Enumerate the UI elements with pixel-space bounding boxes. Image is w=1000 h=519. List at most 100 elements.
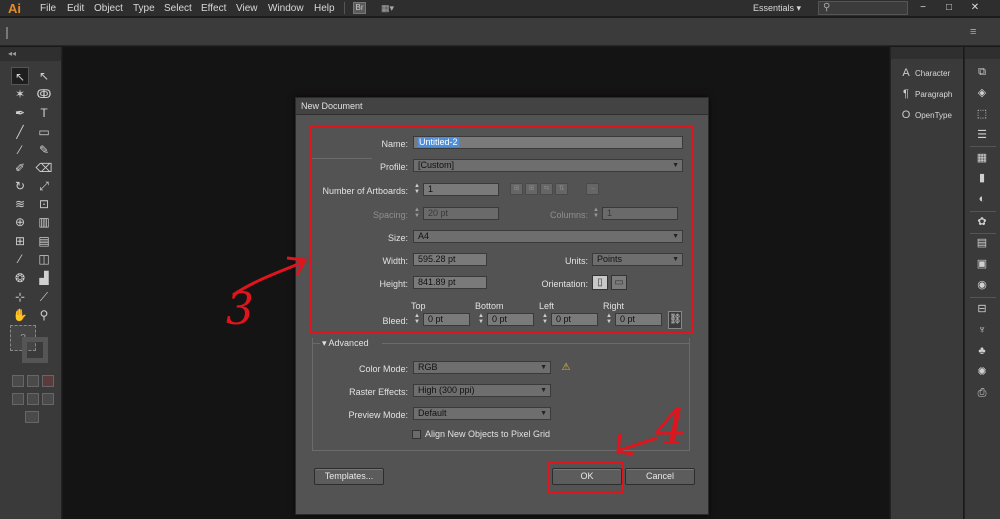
dock-divider bbox=[970, 297, 996, 298]
menu-edit[interactable]: Edit bbox=[67, 3, 84, 14]
layers-panel-icon[interactable]: ◈ bbox=[974, 86, 990, 100]
symbols-panel-icon[interactable]: ♣ bbox=[974, 344, 990, 358]
menu-help[interactable]: Help bbox=[314, 3, 335, 14]
gradient-tool-icon[interactable]: ▤ bbox=[35, 232, 53, 250]
raster-effects-dropdown[interactable]: High (300 ppi) ▼ bbox=[413, 384, 551, 397]
dock-header-2[interactable] bbox=[965, 47, 1000, 59]
menu-type[interactable]: Type bbox=[133, 3, 155, 14]
menu-divider bbox=[344, 2, 345, 14]
zoom-tool-icon[interactable]: ⚲ bbox=[35, 306, 53, 324]
annotation-step-3: 3 bbox=[226, 284, 254, 335]
none-mode-icon[interactable] bbox=[42, 375, 54, 387]
shape-builder-tool-icon[interactable]: ⊕ bbox=[11, 213, 29, 231]
cancel-button[interactable]: Cancel bbox=[625, 468, 695, 485]
opentype-panel-tab[interactable]: O OpenType bbox=[899, 109, 952, 121]
draw-behind-icon[interactable] bbox=[27, 393, 39, 405]
align-panel-icon[interactable]: ⊟ bbox=[974, 302, 990, 316]
color-mode-icon[interactable] bbox=[12, 375, 24, 387]
blob-brush-tool-icon[interactable]: ✐ bbox=[11, 159, 29, 177]
magic-wand-tool-icon[interactable]: ✶ bbox=[11, 85, 29, 103]
search-input[interactable]: ⚲ bbox=[818, 1, 908, 15]
annotation-box-ok bbox=[547, 461, 624, 493]
rectangle-tool-icon[interactable]: ▭ bbox=[35, 123, 53, 141]
direct-selection-tool-icon[interactable]: ↖ bbox=[35, 67, 53, 85]
dock-divider bbox=[970, 146, 996, 147]
pencil-tool-icon[interactable]: ✎ bbox=[35, 141, 53, 159]
align-pixel-grid-checkbox[interactable] bbox=[412, 430, 421, 439]
color-mode-dropdown[interactable]: RGB ▼ bbox=[413, 361, 551, 374]
stroke-panel-icon[interactable]: ▦ bbox=[974, 151, 990, 165]
mesh-tool-icon[interactable]: ⊞ bbox=[11, 232, 29, 250]
links-panel-icon[interactable]: ☰ bbox=[974, 128, 990, 142]
eraser-tool-icon[interactable]: ⌫ bbox=[35, 159, 53, 177]
menu-select[interactable]: Select bbox=[164, 3, 192, 14]
control-bar: ≡ bbox=[0, 18, 1000, 46]
control-bar-grip[interactable] bbox=[6, 27, 8, 39]
perspective-grid-tool-icon[interactable]: ▥ bbox=[35, 213, 53, 231]
fill-stroke-swatches[interactable]: ? bbox=[10, 325, 50, 365]
screen-mode-icon[interactable] bbox=[25, 411, 39, 423]
dialog-title: New Document bbox=[301, 101, 363, 111]
minimize-button[interactable]: − bbox=[912, 1, 934, 15]
maximize-button[interactable]: □ bbox=[938, 1, 960, 15]
draw-normal-icon[interactable] bbox=[12, 393, 24, 405]
gradient-mode-icon[interactable] bbox=[27, 375, 39, 387]
hand-tool-icon[interactable]: ✋ bbox=[11, 306, 29, 324]
dialog-titlebar[interactable]: New Document bbox=[296, 98, 708, 115]
type-tool-icon[interactable]: T bbox=[35, 104, 53, 122]
line-tool-icon[interactable]: ╱ bbox=[11, 123, 29, 141]
rotate-tool-icon[interactable]: ↻ bbox=[11, 177, 29, 195]
color-mode-label: Color Mode: bbox=[358, 364, 408, 374]
artboards-panel-icon[interactable]: ⬚ bbox=[974, 107, 990, 121]
lasso-tool-icon[interactable]: ↂ bbox=[35, 85, 53, 103]
graph-tool-icon[interactable]: ▟ bbox=[35, 269, 53, 287]
artboard-tool-icon[interactable]: ⊹ bbox=[11, 288, 29, 306]
arrow-line bbox=[619, 436, 658, 452]
graphic-styles-panel-icon[interactable]: ◉ bbox=[974, 278, 990, 292]
workspace-switcher[interactable]: Essentials ▾ bbox=[753, 3, 801, 14]
transparency-panel-icon[interactable]: ◐ bbox=[974, 192, 990, 206]
annotation-step-4: 4 bbox=[655, 398, 687, 456]
character-icon: A bbox=[902, 67, 910, 79]
warp-tool-icon[interactable]: ≋ bbox=[11, 195, 29, 213]
blend-tool-icon[interactable]: ◫ bbox=[35, 250, 53, 268]
templates-button[interactable]: Templates... bbox=[314, 468, 384, 485]
warning-icon: ⚠ bbox=[561, 362, 571, 373]
menu-view[interactable]: View bbox=[236, 3, 258, 14]
close-button[interactable]: ✕ bbox=[964, 1, 986, 15]
stroke-swatch-icon[interactable] bbox=[22, 337, 48, 363]
menu-file[interactable]: File bbox=[40, 3, 56, 14]
menu-effect[interactable]: Effect bbox=[201, 3, 226, 14]
export-panel-icon[interactable]: ⎙ bbox=[974, 386, 990, 400]
brushes-panel-icon[interactable]: ♆ bbox=[974, 323, 990, 337]
tools-panel-header[interactable]: ◂◂ bbox=[0, 47, 61, 61]
panel-menu-icon[interactable]: ≡ bbox=[970, 26, 976, 38]
transform-panel-icon[interactable]: ⧉ bbox=[974, 65, 990, 79]
paragraph-panel-tab[interactable]: ¶ Paragraph bbox=[899, 88, 952, 100]
pen-tool-icon[interactable]: ✒ bbox=[11, 104, 29, 122]
free-transform-tool-icon[interactable]: ⊡ bbox=[35, 195, 53, 213]
bridge-icon[interactable]: Br bbox=[353, 2, 366, 14]
divider bbox=[382, 343, 690, 344]
symbol-sprayer-tool-icon[interactable]: ❂ bbox=[11, 269, 29, 287]
appearance-panel-icon[interactable]: ▣ bbox=[974, 257, 990, 271]
swatches-panel-icon[interactable]: ▤ bbox=[974, 236, 990, 250]
dock-header[interactable] bbox=[891, 47, 963, 59]
pathfinder-panel-icon[interactable]: ✺ bbox=[974, 365, 990, 379]
eyedropper-tool-icon[interactable]: ⁄ bbox=[11, 250, 29, 268]
color-panel-icon[interactable]: ✿ bbox=[974, 215, 990, 229]
menu-object[interactable]: Object bbox=[94, 3, 123, 14]
workspace-label: Essentials bbox=[753, 3, 795, 13]
dock-divider bbox=[970, 233, 996, 234]
scale-tool-icon[interactable]: ⤢ bbox=[35, 177, 53, 195]
menu-window[interactable]: Window bbox=[268, 3, 304, 14]
slice-tool-icon[interactable]: ⟋ bbox=[35, 288, 53, 306]
selection-tool-icon[interactable]: ↖ bbox=[11, 67, 29, 85]
character-panel-tab[interactable]: A Character bbox=[899, 67, 950, 79]
preview-mode-dropdown[interactable]: Default ▼ bbox=[413, 407, 551, 420]
gradient-panel-icon[interactable]: ▮ bbox=[974, 171, 990, 185]
paintbrush-tool-icon[interactable]: ⁄ bbox=[11, 141, 29, 159]
advanced-toggle[interactable]: ▾ Advanced bbox=[322, 338, 369, 349]
draw-inside-icon[interactable] bbox=[42, 393, 54, 405]
arrange-documents-icon[interactable]: ▦▾ bbox=[381, 3, 401, 14]
